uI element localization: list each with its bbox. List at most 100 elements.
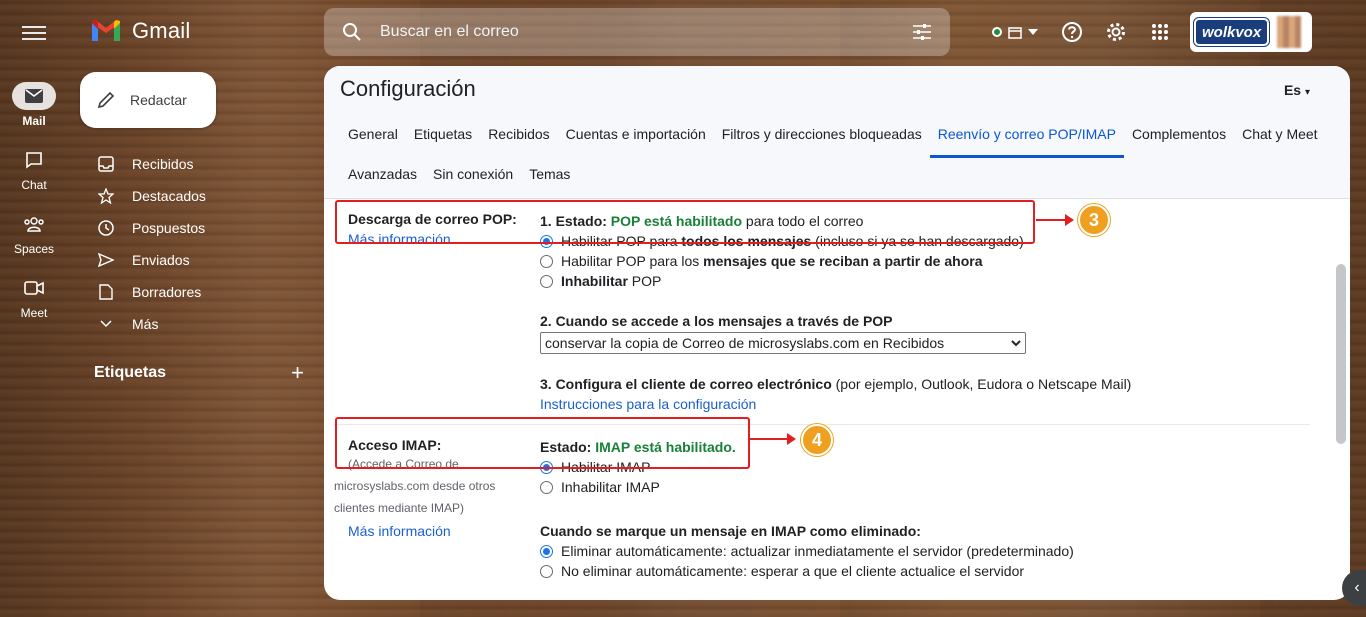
apps-grid-icon[interactable] [1138, 14, 1182, 50]
search-options-icon[interactable] [912, 23, 932, 41]
chevron-down-icon [96, 320, 116, 328]
pop-access-question: 2. Cuando se accede a los mensajes a tra… [540, 313, 893, 329]
nav-label-starred: Destacados [132, 188, 206, 204]
labels-title: Etiquetas [94, 364, 167, 381]
tab-themes[interactable]: Temas [521, 158, 578, 198]
pop-option-from-now[interactable]: Habilitar POP para los mensajes que se r… [540, 251, 1310, 271]
nav-item-starred[interactable]: Destacados [80, 180, 320, 212]
rail-item-chat[interactable]: Chat [0, 146, 68, 192]
imap-disable-text: Inhabilitar IMAP [561, 479, 660, 495]
folder-nav: Recibidos Destacados Pospuestos Enviados… [80, 148, 320, 340]
rail-item-spaces[interactable]: Spaces [0, 210, 68, 256]
tab-chat-meet[interactable]: Chat y Meet [1234, 118, 1325, 158]
avatar [1277, 16, 1302, 48]
pop-option-disable[interactable]: Inhabilitar POP [540, 271, 1310, 291]
video-camera-icon [12, 274, 56, 302]
pencil-icon [97, 91, 115, 109]
main-menu-icon[interactable] [22, 22, 46, 42]
add-label-icon[interactable]: + [291, 362, 304, 384]
imap-delete-auto[interactable]: Eliminar automáticamente: actualizar inm… [540, 541, 1310, 561]
pop-client-config: 3. Configura el cliente de correo electr… [540, 374, 1310, 394]
help-icon[interactable] [1050, 14, 1094, 50]
pop-now-text-a: Habilitar POP para los [561, 253, 704, 269]
imap-delete-auto-radio[interactable] [540, 544, 553, 558]
tab-filters-blocked[interactable]: Filtros y direcciones bloqueadas [714, 118, 930, 158]
pop-label-cell: Descarga de correo POP: Más información [334, 199, 540, 424]
pop-more-info-link[interactable]: Más información [348, 231, 451, 247]
pop-disable-text-b: POP [627, 273, 662, 289]
tab-general[interactable]: General [340, 118, 406, 158]
imap-option-enable[interactable]: Habilitar IMAP [540, 457, 1310, 477]
gear-icon[interactable] [1094, 14, 1138, 50]
step-badge-3: 3 [1078, 204, 1110, 236]
imap-delete-manual[interactable]: No eliminar automáticamente: esperar a q… [540, 561, 1310, 581]
account-switcher[interactable]: wolkvox [1190, 12, 1312, 52]
imap-sub-3: clientes mediante IMAP) [334, 501, 465, 515]
imap-values-cell: Estado: IMAP está habilitado. Habilitar … [540, 425, 1310, 591]
pop-disable-text-a: Inhabilitar [561, 273, 628, 289]
spaces-icon [12, 210, 56, 238]
search-icon[interactable] [342, 22, 362, 42]
input-tools-toggle[interactable]: Es ▾ [1284, 82, 1310, 112]
search-bar [324, 8, 950, 56]
inbox-icon [96, 156, 116, 172]
pop-from-now-radio[interactable] [540, 254, 553, 268]
organization-logo: wolkvox [1194, 18, 1270, 46]
pop-setup-instructions-link[interactable]: Instrucciones para la configuración [540, 394, 756, 414]
pop-values-cell: 1. Estado: POP está habilitado para todo… [540, 199, 1310, 424]
imap-label: Acceso IMAP: [348, 437, 442, 453]
input-language-label: Es [1283, 82, 1302, 98]
rail-item-mail[interactable]: Mail [0, 82, 68, 128]
pop-status-enabled: POP está habilitado [610, 213, 743, 229]
nav-label-sent: Enviados [132, 252, 190, 268]
pop-disable-radio[interactable] [540, 274, 553, 288]
search-input[interactable] [380, 23, 912, 41]
nav-label-snoozed: Pospuestos [132, 220, 206, 236]
imap-enable-radio[interactable] [540, 460, 553, 474]
imap-more-info-link[interactable]: Más información [348, 523, 451, 539]
step-badge-4: 4 [801, 424, 833, 456]
status-selector[interactable] [980, 14, 1050, 50]
pop-label: Descarga de correo POP: [348, 211, 517, 227]
imap-delete-manual-radio[interactable] [540, 564, 553, 578]
nav-item-snoozed[interactable]: Pospuestos [80, 212, 320, 244]
tab-addons[interactable]: Complementos [1124, 118, 1234, 158]
pop-client-text-a: 3. Configura el cliente de correo electr… [540, 376, 832, 392]
tab-inbox[interactable]: Recibidos [480, 118, 557, 158]
tab-advanced[interactable]: Avanzadas [340, 158, 425, 198]
side-panel-toggle[interactable]: ‹ [1342, 570, 1366, 606]
pop-now-text-b: mensajes que se reciban a partir de ahor… [703, 253, 983, 269]
nav-item-inbox[interactable]: Recibidos [80, 148, 320, 180]
compose-label: Redactar [130, 92, 187, 108]
pop-action-select[interactable]: conservar la copia de Correo de microsys… [540, 332, 1026, 354]
active-status-dot [992, 27, 1002, 37]
tab-labels[interactable]: Etiquetas [406, 118, 480, 158]
gmail-logo[interactable]: Gmail [90, 18, 190, 44]
settings-panel: Configuración Es ▾ General Etiquetas Rec… [324, 66, 1350, 600]
tab-forwarding-pop-imap[interactable]: Reenvío y correo POP/IMAP [929, 118, 1124, 158]
chat-icon [12, 146, 56, 174]
imap-status-enabled: IMAP está habilitado. [595, 439, 736, 455]
pop-status-suffix: para todo el correo [742, 213, 864, 229]
pop-status: 1. Estado: POP está habilitado para todo… [540, 211, 1310, 231]
imap-sub-1: (Accede a Correo de [348, 457, 459, 471]
rail-item-meet[interactable]: Meet [0, 274, 68, 320]
imap-option-disable[interactable]: Inhabilitar IMAP [540, 477, 1310, 497]
gmail-m-icon [92, 20, 120, 41]
pop-all-radio[interactable] [540, 234, 553, 248]
rail-label-spaces: Spaces [13, 242, 55, 256]
tab-offline[interactable]: Sin conexión [425, 158, 521, 198]
nav-item-sent[interactable]: Enviados [80, 244, 320, 276]
tab-accounts-import[interactable]: Cuentas e importación [558, 118, 714, 158]
compose-button[interactable]: Redactar [80, 72, 216, 128]
imap-disable-radio[interactable] [540, 480, 553, 494]
gmail-logo-text: Gmail [132, 18, 191, 43]
panel-scrollbar[interactable] [1336, 264, 1346, 444]
pop-all-text-b: todos los mensajes [681, 233, 812, 249]
pop-option-all[interactable]: Habilitar POP para todos los mensajes (i… [540, 231, 1310, 251]
imap-annotation-arrow [750, 433, 796, 445]
rail-label-mail: Mail [22, 114, 46, 128]
chevron-down-icon [1011, 339, 1021, 346]
nav-item-drafts[interactable]: Borradores [80, 276, 320, 308]
nav-item-more[interactable]: Más [80, 308, 320, 340]
